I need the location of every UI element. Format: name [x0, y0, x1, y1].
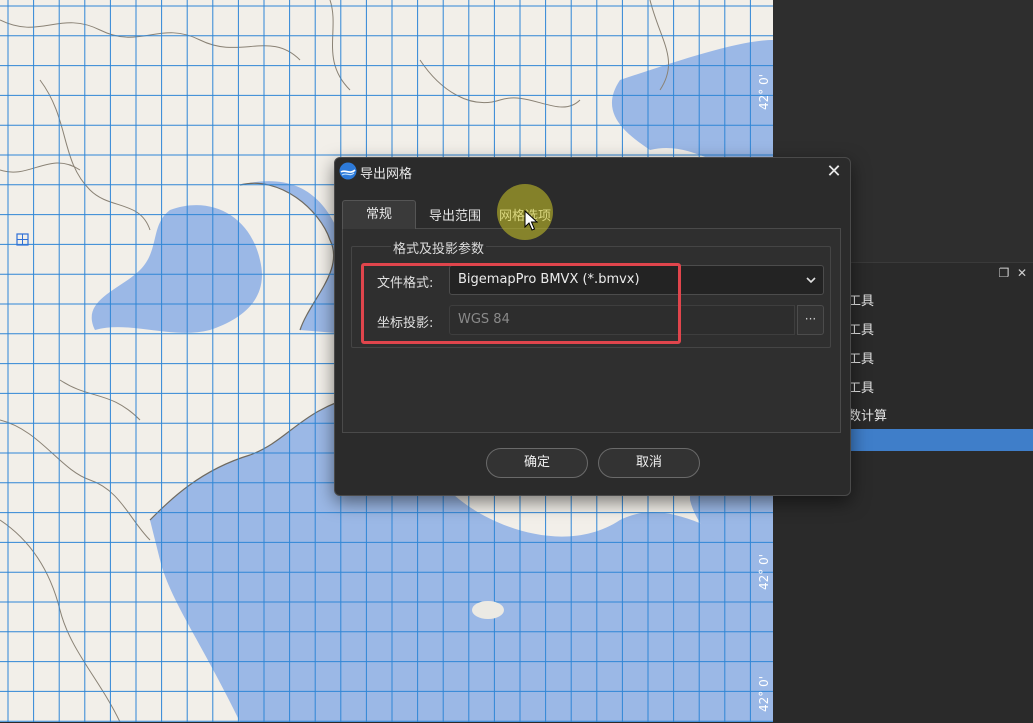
tab-general[interactable]: 常规	[342, 200, 416, 229]
restore-icon[interactable]: ❐	[997, 266, 1011, 280]
latitude-label: 42° 0'	[757, 553, 771, 590]
tab-export-range[interactable]: 导出范围	[415, 204, 495, 230]
latitude-label: 42° 0'	[757, 73, 771, 110]
group-title: 格式及投影参数	[391, 238, 487, 257]
highlight-annotation	[361, 263, 681, 344]
app-logo-icon	[339, 162, 357, 180]
ok-button[interactable]: 确定	[486, 448, 588, 478]
chevron-down-icon	[806, 277, 816, 284]
tool-item[interactable]: 工具	[848, 377, 874, 396]
dialog-titlebar[interactable]: 导出网格 ✕	[335, 158, 850, 186]
tool-item[interactable]: 工具	[848, 319, 874, 338]
tool-item-selected[interactable]	[848, 429, 1033, 451]
export-grid-dialog: 导出网格 ✕ 常规 导出范围 网格选项 格式及投影参数 文件格式: Bigema…	[334, 157, 851, 496]
close-icon[interactable]: ✕	[1015, 266, 1029, 280]
dialog-close-button[interactable]: ✕	[823, 161, 845, 183]
tool-item[interactable]: 数计算	[848, 405, 887, 424]
tool-item[interactable]: 工具	[848, 290, 874, 309]
cancel-button[interactable]: 取消	[598, 448, 700, 478]
browse-projection-button[interactable]: ···	[797, 305, 824, 335]
island	[472, 601, 504, 619]
latitude-label: 42° 0'	[757, 675, 771, 712]
tool-item[interactable]: 工具	[848, 348, 874, 367]
mouse-cursor-icon	[524, 210, 538, 231]
dialog-title: 导出网格	[360, 167, 413, 182]
